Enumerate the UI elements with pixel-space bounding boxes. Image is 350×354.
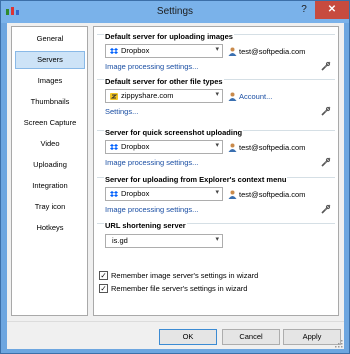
chevron-down-icon: ▾ [215, 91, 219, 98]
checkbox-checked-icon[interactable]: ✓ [99, 271, 108, 280]
url-shortening-value: is.gd [112, 236, 128, 245]
chevron-down-icon: ▾ [215, 142, 219, 149]
nav-item-images[interactable]: Images [15, 72, 85, 90]
image-server-account[interactable]: test@softpedia.com [239, 47, 305, 56]
checkbox-checked-icon[interactable]: ✓ [99, 284, 108, 293]
nav-item-thumbnails[interactable]: Thumbnails [15, 93, 85, 111]
file-server-value: zippyshare.com [121, 91, 174, 100]
servers-panel: Default server for uploading images Drop… [93, 26, 339, 316]
remember-image-server-label: Remember image server's settings in wiza… [111, 271, 259, 280]
image-processing-settings-link[interactable]: Image processing settings... [105, 205, 198, 214]
nav-item-general[interactable]: General [15, 30, 85, 48]
title-bar[interactable]: Settings ? ✕ [1, 1, 349, 23]
apply-button[interactable]: Apply [283, 329, 341, 345]
resize-grip-icon[interactable] [335, 340, 343, 348]
tools-icon[interactable] [321, 106, 331, 116]
settings-nav: General Servers Images Thumbnails Screen… [11, 26, 88, 316]
help-button[interactable]: ? [293, 1, 315, 19]
chevron-down-icon: ▾ [215, 189, 219, 196]
chevron-down-icon: ▾ [215, 236, 219, 243]
tools-icon[interactable] [321, 157, 331, 167]
image-server-select[interactable]: Dropbox ▾ [105, 44, 223, 58]
file-server-group: Default server for other file types zipp… [97, 77, 335, 119]
dialog-footer: OK Cancel Apply [7, 321, 344, 349]
settings-window: Settings ? ✕ General Servers Images Thum… [0, 0, 350, 354]
file-server-settings-link[interactable]: Settings... [105, 107, 138, 116]
image-processing-settings-link[interactable]: Image processing settings... [105, 158, 198, 167]
user-icon [228, 47, 237, 56]
context-menu-server-value: Dropbox [121, 189, 150, 198]
ok-button[interactable]: OK [159, 329, 217, 345]
dropbox-icon [110, 191, 118, 197]
remember-file-server-label: Remember file server's settings in wizar… [111, 284, 248, 293]
dialog-body: General Servers Images Thumbnails Screen… [7, 23, 344, 349]
nav-item-uploading[interactable]: Uploading [15, 156, 85, 174]
context-menu-server-account[interactable]: test@softpedia.com [239, 190, 305, 199]
tools-icon[interactable] [321, 61, 331, 71]
cancel-button[interactable]: Cancel [222, 329, 280, 345]
url-shortening-title: URL shortening server [104, 221, 187, 230]
file-server-select[interactable]: zippyshare.com ▾ [105, 89, 223, 103]
context-menu-server-select[interactable]: Dropbox ▾ [105, 187, 223, 201]
chevron-down-icon: ▾ [215, 46, 219, 53]
image-processing-settings-link[interactable]: Image processing settings... [105, 62, 198, 71]
url-shortening-select[interactable]: is.gd ▾ [105, 234, 223, 248]
user-icon [228, 190, 237, 199]
file-server-title: Default server for other file types [104, 77, 224, 86]
file-server-account[interactable]: Account... [239, 92, 272, 101]
screenshot-server-account[interactable]: test@softpedia.com [239, 143, 305, 152]
nav-item-servers[interactable]: Servers [15, 51, 85, 69]
nav-item-screen-capture[interactable]: Screen Capture [15, 114, 85, 132]
user-icon [228, 92, 237, 101]
nav-item-video[interactable]: Video [15, 135, 85, 153]
screenshot-server-title: Server for quick screenshot uploading [104, 128, 244, 137]
nav-item-hotkeys[interactable]: Hotkeys [15, 219, 85, 237]
screenshot-server-group: Server for quick screenshot uploading Dr… [97, 128, 335, 170]
dropbox-icon [110, 144, 118, 150]
context-menu-server-title: Server for uploading from Explorer's con… [104, 175, 288, 184]
dropbox-icon [110, 48, 118, 54]
nav-item-tray-icon[interactable]: Tray icon [15, 198, 85, 216]
image-server-group: Default server for uploading images Drop… [97, 32, 335, 74]
user-icon [228, 143, 237, 152]
image-server-title: Default server for uploading images [104, 32, 234, 41]
zippyshare-icon [110, 93, 118, 100]
nav-item-integration[interactable]: Integration [15, 177, 85, 195]
screenshot-server-value: Dropbox [121, 142, 150, 151]
close-button[interactable]: ✕ [315, 1, 349, 19]
tools-icon[interactable] [321, 204, 331, 214]
screenshot-server-select[interactable]: Dropbox ▾ [105, 140, 223, 154]
url-shortening-group: URL shortening server is.gd ▾ [97, 221, 335, 257]
context-menu-server-group: Server for uploading from Explorer's con… [97, 175, 335, 217]
image-server-value: Dropbox [121, 46, 150, 55]
